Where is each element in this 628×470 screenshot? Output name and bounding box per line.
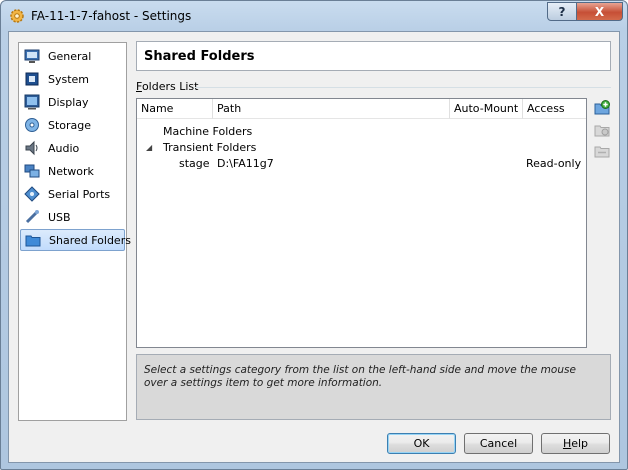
network-icon bbox=[24, 164, 40, 178]
expand-arrow-icon[interactable]: ◢ bbox=[146, 143, 152, 152]
info-panel: Select a settings category from the list… bbox=[136, 354, 611, 420]
cancel-button[interactable]: Cancel bbox=[464, 433, 533, 454]
close-button[interactable]: X bbox=[576, 2, 623, 21]
window-title: FA-11-1-7-fahost - Settings bbox=[31, 9, 192, 23]
sidebar-item-audio[interactable]: Audio bbox=[20, 137, 125, 159]
info-text: Select a settings category from the list… bbox=[144, 364, 576, 389]
sidebar-item-display[interactable]: Display bbox=[20, 91, 125, 113]
tree-group-transient-folders[interactable]: Transient Folders bbox=[163, 141, 256, 154]
sidebar-item-label: Display bbox=[48, 95, 89, 109]
sidebar-item-label: System bbox=[48, 72, 90, 86]
sidebar-item-storage[interactable]: Storage bbox=[20, 114, 125, 136]
sidebar-item-label: Network bbox=[48, 164, 94, 178]
sidebar-item-network[interactable]: Network bbox=[20, 160, 125, 182]
sidebar-item-label: Audio bbox=[48, 141, 80, 155]
column-header-access[interactable]: Access bbox=[523, 99, 586, 119]
settings-window: FA-11-1-7-fahost - Settings ? X General … bbox=[0, 0, 628, 470]
display-icon bbox=[24, 94, 40, 110]
dialog-body: General System Display Storage Audio Net… bbox=[8, 31, 620, 463]
page-header: Shared Folders bbox=[136, 41, 611, 71]
page-title: Shared Folders bbox=[144, 49, 255, 64]
usb-icon bbox=[25, 210, 39, 224]
close-icon: X bbox=[594, 4, 605, 19]
sidebar-item-shared-folders[interactable]: Shared Folders bbox=[20, 229, 131, 251]
question-icon: ? bbox=[558, 4, 566, 19]
category-list: General System Display Storage Audio Net… bbox=[18, 42, 131, 421]
speaker-icon bbox=[25, 140, 38, 156]
tree-group-machine-folders[interactable]: Machine Folders bbox=[163, 125, 252, 138]
edit-folder-icon bbox=[594, 125, 610, 137]
folder-path: D:\FA11g7 bbox=[217, 157, 274, 170]
folder-access: Read-only bbox=[526, 157, 582, 170]
add-shared-folder-button[interactable] bbox=[594, 100, 610, 116]
sidebar-item-label: USB bbox=[48, 210, 71, 224]
sidebar-item-label: Storage bbox=[48, 118, 92, 132]
sidebar-item-system[interactable]: System bbox=[20, 68, 125, 90]
add-folder-icon bbox=[594, 100, 610, 115]
sidebar-item-label: Shared Folders bbox=[49, 233, 131, 247]
gear-icon bbox=[10, 9, 24, 23]
folder-icon bbox=[25, 235, 41, 247]
sidebar-item-label: General bbox=[48, 49, 92, 63]
folders-list-label-text: olders List bbox=[141, 80, 199, 93]
group-divider bbox=[195, 87, 611, 88]
column-header-name[interactable]: Name bbox=[137, 99, 213, 119]
ok-button[interactable]: OK bbox=[387, 433, 456, 454]
serial-port-icon bbox=[24, 186, 40, 202]
title-bar[interactable]: FA-11-1-7-fahost - Settings ? X bbox=[1, 1, 627, 31]
monitor-icon bbox=[24, 49, 40, 63]
help-button[interactable]: Help bbox=[541, 433, 610, 454]
sidebar-item-usb[interactable]: USB bbox=[20, 206, 125, 228]
remove-folder-icon bbox=[594, 146, 610, 158]
help-button-label: elp bbox=[571, 437, 589, 450]
title-help-button[interactable]: ? bbox=[547, 2, 577, 21]
shared-folders-tree[interactable]: Name Path Auto-Mount Access Machine Fold… bbox=[136, 98, 587, 348]
remove-shared-folder-button[interactable] bbox=[594, 143, 610, 159]
column-header-path[interactable]: Path bbox=[213, 99, 450, 119]
sidebar-item-label: Serial Ports bbox=[48, 187, 111, 201]
sidebar-item-general[interactable]: General bbox=[20, 45, 125, 67]
folders-list-label: Folders List bbox=[136, 80, 199, 93]
chip-icon bbox=[25, 72, 39, 86]
folder-name: stage bbox=[179, 157, 210, 170]
sidebar-item-serial-ports[interactable]: Serial Ports bbox=[20, 183, 125, 205]
edit-shared-folder-button[interactable] bbox=[594, 122, 610, 138]
column-header-auto-mount[interactable]: Auto-Mount bbox=[450, 99, 523, 119]
disk-icon bbox=[25, 118, 39, 132]
